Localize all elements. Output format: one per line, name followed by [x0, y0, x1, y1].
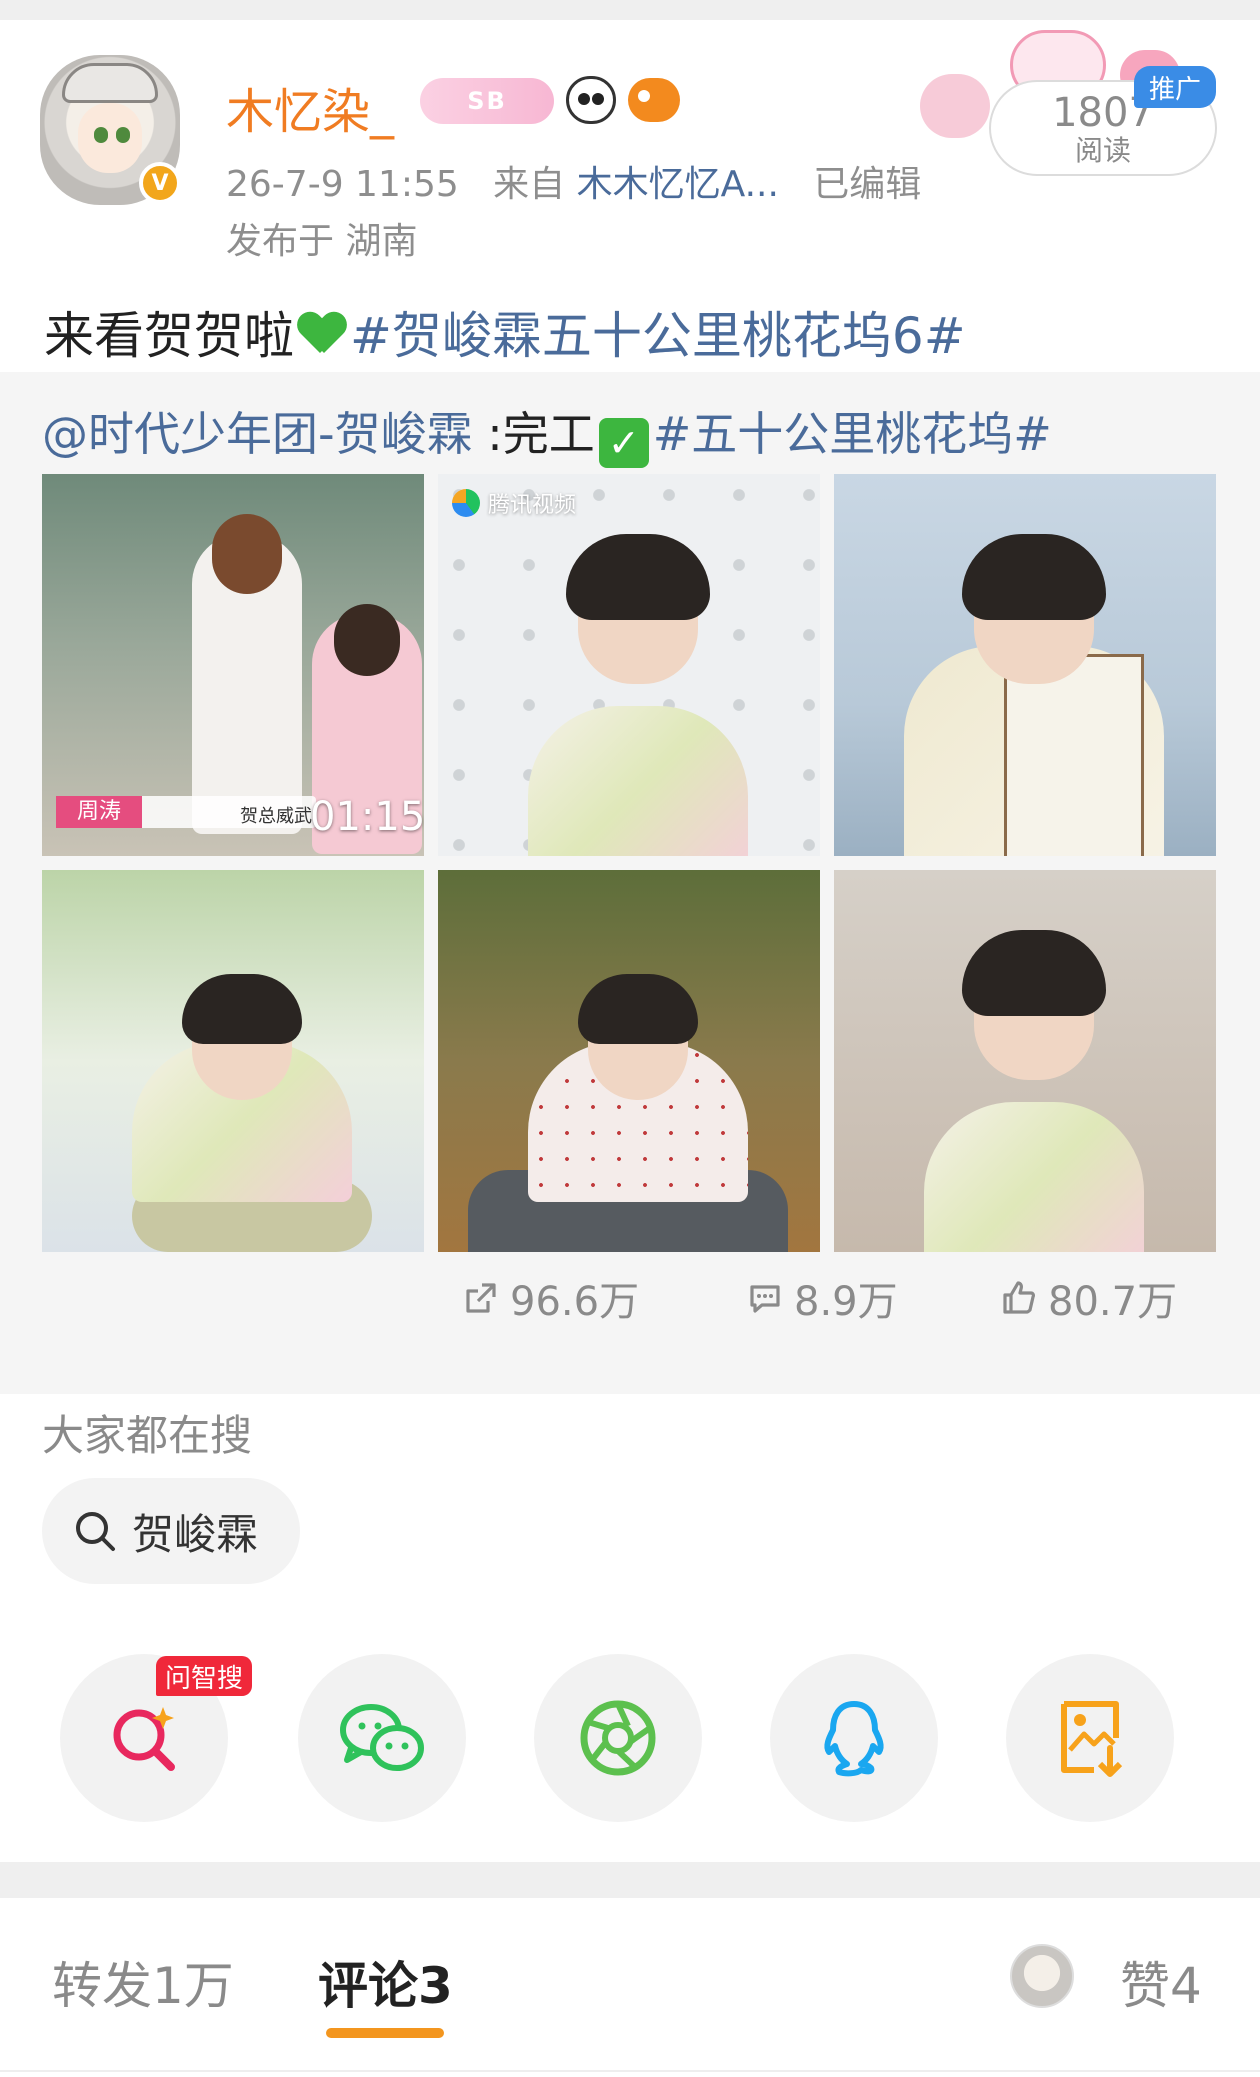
active-tab-indicator	[326, 2028, 444, 2038]
avatar-face	[78, 103, 142, 173]
fish-badge-icon[interactable]	[628, 78, 680, 122]
photo-subject-hair	[182, 974, 302, 1044]
retweet-text: @时代少年团-贺峻霖 :完工 ✓ #五十公里桃花坞#	[42, 398, 1052, 468]
tencent-video-logo-icon	[452, 489, 480, 517]
thumbs-up-icon	[1003, 1281, 1035, 1314]
video-duration: 01:15	[310, 794, 424, 840]
ai-search-tag: 问智搜	[156, 1656, 252, 1696]
media-grid: 周涛 贺总威武 01:15 腾讯视频	[42, 474, 1216, 1252]
photo-thumbnail[interactable]	[834, 870, 1216, 1252]
read-label: 阅读	[1074, 134, 1131, 167]
wechat-icon	[340, 1704, 424, 1771]
post-timestamp: 26-7-9 11:55	[226, 164, 459, 205]
photo-thumbnail[interactable]	[834, 474, 1216, 856]
source-prefix: 来自	[493, 164, 566, 205]
save-image-icon	[1061, 1701, 1123, 1777]
post-location: 发布于 湖南	[226, 221, 418, 262]
decoration-shape	[920, 74, 990, 138]
search-icon	[76, 1512, 115, 1551]
tab-forwards[interactable]: 转发1万	[52, 1946, 234, 2018]
save-image-button[interactable]	[1006, 1654, 1174, 1822]
search-suggestion-label: 贺峻霖	[132, 1509, 259, 1559]
like-stat-button[interactable]: 80.7万	[1000, 1268, 1177, 1328]
photo-thumbnail[interactable]	[42, 870, 424, 1252]
green-heart-icon	[298, 313, 346, 357]
comment-count: 8.9万	[794, 1279, 898, 1325]
liker-avatar[interactable]	[1010, 1944, 1074, 2008]
retweet-hashtag[interactable]: #五十公里桃花坞#	[653, 407, 1052, 461]
panda-badge-icon[interactable]	[566, 76, 616, 124]
forward-icon	[466, 1283, 496, 1313]
retweeted-post[interactable]: @时代少年团-贺峻霖 :完工 ✓ #五十公里桃花坞# 周涛 贺总威武 01:15 腾…	[0, 372, 1260, 1394]
photo-subject-hair	[566, 534, 710, 620]
promote-tag[interactable]: 推广	[1134, 66, 1216, 108]
comment-icon	[750, 1285, 780, 1313]
bottom-divider	[0, 2070, 1260, 2072]
trending-search-title: 大家都在搜	[42, 1411, 253, 1460]
moments-icon	[580, 1700, 656, 1776]
section-divider	[0, 1862, 1260, 1898]
person-figure	[192, 514, 302, 834]
post-body: 来看贺贺啦 #贺峻霖五十公里桃花坞6#	[44, 296, 966, 368]
watermark-text: 腾讯视频	[488, 493, 577, 518]
search-suggestion-chip[interactable]: 贺峻霖	[42, 1478, 300, 1584]
top-strip	[0, 0, 1260, 20]
post-source-link[interactable]: 木木忆忆A...	[577, 164, 779, 205]
tab-comments[interactable]: 评论3	[318, 1946, 453, 2018]
video-caption-name: 周涛	[56, 796, 142, 828]
share-wechat-button[interactable]	[298, 1654, 466, 1822]
qq-icon	[824, 1701, 884, 1777]
username[interactable]: 木忆染_	[226, 72, 394, 142]
photo-subject-hair	[962, 534, 1106, 620]
comment-stat-button[interactable]: 8.9万	[746, 1268, 898, 1328]
tencent-video-watermark: 腾讯视频	[452, 486, 576, 520]
photo-thumbnail[interactable]	[438, 870, 820, 1252]
share-qq-button[interactable]	[770, 1654, 938, 1822]
photo-subject-hair	[962, 930, 1106, 1016]
photo-subject-body	[528, 706, 748, 856]
like-count: 80.7万	[1048, 1279, 1178, 1325]
tab-likes[interactable]: 赞4	[1120, 1946, 1202, 2018]
edited-label: 已编辑	[813, 164, 922, 205]
verified-badge-icon: V	[139, 162, 181, 204]
fan-badge-icon[interactable]: SB	[420, 78, 554, 124]
retweet-mention[interactable]: @时代少年团-贺峻霖	[42, 407, 473, 461]
ai-search-icon	[113, 1707, 175, 1771]
retweet-plain-text: :完工	[472, 407, 595, 461]
avatar-eye	[94, 127, 108, 143]
avatar-eye	[116, 127, 130, 143]
video-thumbnail[interactable]: 周涛 贺总威武 01:15	[42, 474, 424, 856]
photo-subject-apron	[1004, 654, 1144, 856]
forward-count: 96.6万	[510, 1279, 640, 1325]
post-text: 来看贺贺啦	[44, 307, 294, 365]
forward-stat-button[interactable]: 96.6万	[462, 1268, 639, 1328]
post-hashtag[interactable]: #贺峻霖五十公里桃花坞6#	[350, 307, 966, 365]
post-meta: 26-7-9 11:55 来自 木木忆忆A... 已编辑	[226, 155, 921, 207]
photo-subject-hair	[578, 974, 698, 1044]
video-caption-text: 贺总威武	[240, 806, 312, 827]
photo-subject-body	[924, 1102, 1144, 1252]
avatar-ears	[62, 63, 158, 103]
share-moments-button[interactable]	[534, 1654, 702, 1822]
check-mark-icon: ✓	[598, 418, 649, 468]
photo-thumbnail[interactable]: 腾讯视频	[438, 474, 820, 856]
